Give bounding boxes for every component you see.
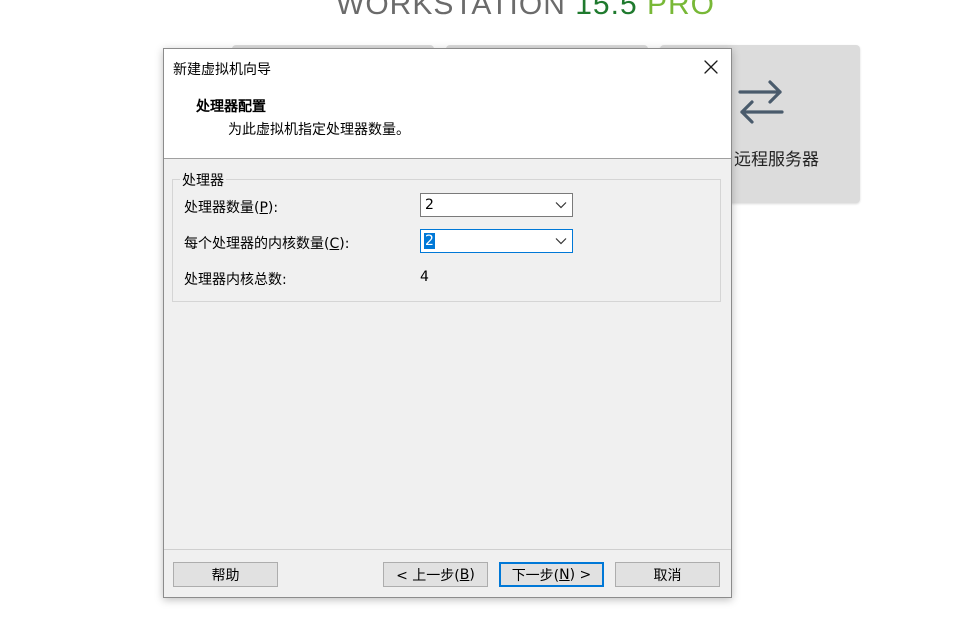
wizard-header: 处理器配置 为此虚拟机指定处理器数量。: [164, 86, 731, 159]
brand-workstation: WORKSTATION: [336, 0, 566, 21]
total-cores-label: 处理器内核总数:: [184, 272, 287, 288]
wizard-step-subtitle: 为此虚拟机指定处理器数量。: [228, 122, 410, 138]
cores-per-processor-value: 2: [424, 233, 435, 249]
swap-arrows-icon: [738, 80, 784, 124]
processor-count-label: 处理器数量(P):: [184, 200, 279, 216]
close-button[interactable]: [699, 55, 723, 79]
cores-per-processor-label: 每个处理器的内核数量(C):: [184, 236, 350, 252]
dialog-titlebar[interactable]: 新建虚拟机向导: [164, 49, 731, 86]
chevron-down-icon: [555, 202, 567, 209]
cancel-button[interactable]: 取消: [615, 562, 720, 587]
brand-pro: PRO: [646, 0, 715, 21]
dialog-title: 新建虚拟机向导: [173, 62, 271, 78]
close-icon: [704, 60, 718, 74]
processor-count-select[interactable]: 2: [420, 193, 573, 217]
processor-count-value: 2: [425, 197, 434, 213]
new-vm-wizard-dialog: 新建虚拟机向导 处理器配置 为此虚拟机指定处理器数量。 处理器 处理器数量(P)…: [163, 48, 732, 598]
next-button[interactable]: 下一步(N) >: [499, 562, 604, 587]
wizard-step-title: 处理器配置: [196, 99, 266, 115]
help-button[interactable]: 帮助: [173, 562, 278, 587]
remote-server-label: 远程服务器: [734, 150, 819, 170]
total-cores-value: 4: [420, 269, 429, 285]
processor-group-label: 处理器: [180, 170, 226, 190]
chevron-down-icon: [555, 238, 567, 245]
cores-per-processor-select[interactable]: 2: [420, 229, 573, 253]
footer-divider: [164, 549, 731, 550]
brand-title: WORKSTATION 15.5 PRO: [336, 0, 715, 20]
back-button[interactable]: < 上一步(B): [383, 562, 488, 587]
brand-version: 15.5: [575, 0, 638, 21]
